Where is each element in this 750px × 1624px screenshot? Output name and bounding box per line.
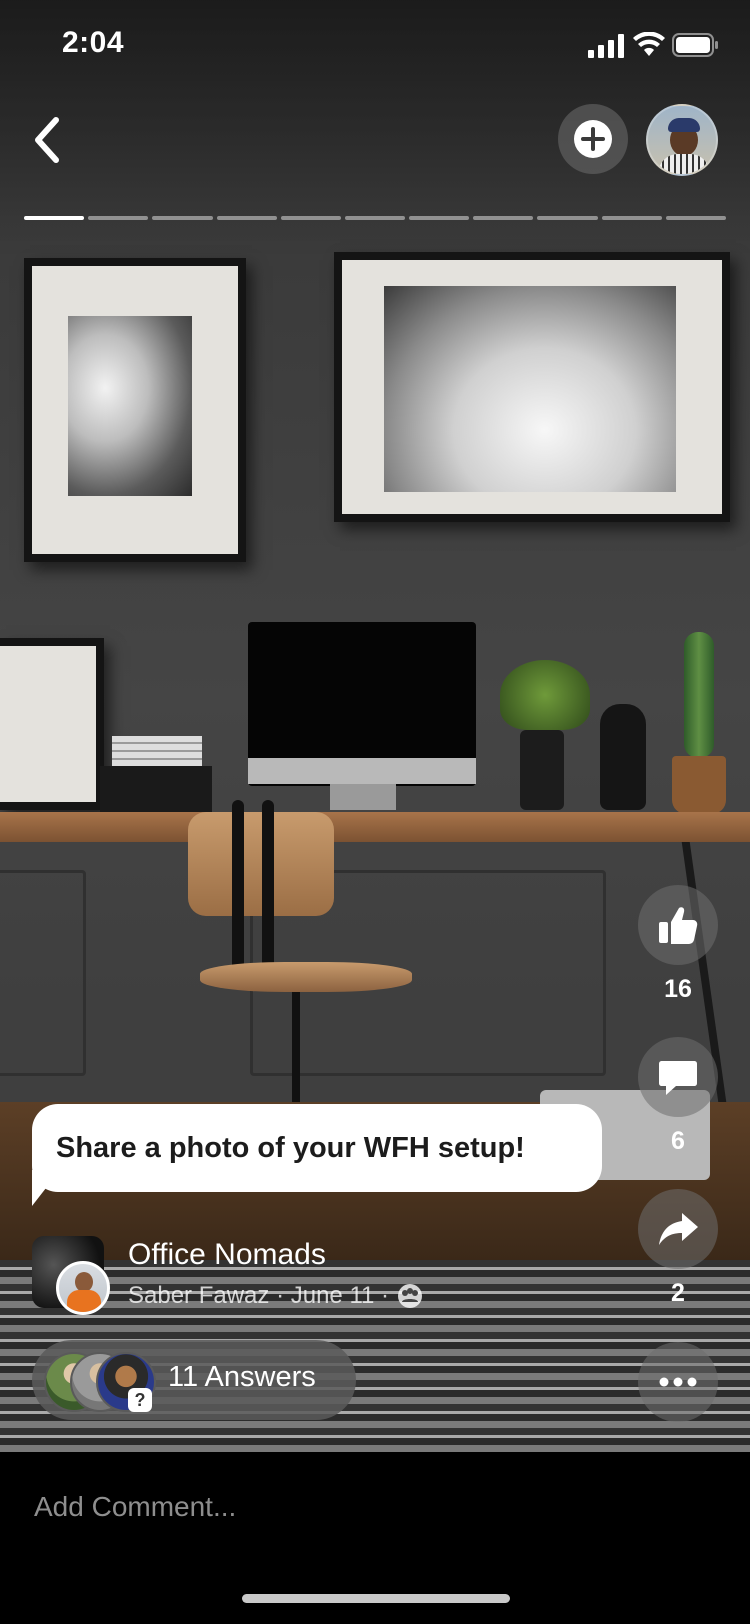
picture-frame-small — [0, 638, 104, 810]
home-indicator — [242, 1594, 510, 1603]
plant — [500, 660, 590, 730]
answers-label: 11 Answers — [168, 1361, 316, 1393]
share-arrow-icon — [659, 1213, 698, 1245]
post-meta: Saber Fawaz · June 11 · — [128, 1282, 423, 1310]
status-time: 2:04 — [62, 26, 125, 59]
more-options-button[interactable] — [638, 1342, 718, 1422]
share-count: 2 — [671, 1279, 685, 1307]
story-progress-segment — [280, 216, 341, 220]
like-button[interactable] — [638, 885, 718, 965]
story-progress-segment — [216, 216, 277, 220]
group-name[interactable]: Office Nomads — [128, 1238, 326, 1272]
wifi-icon — [632, 31, 666, 58]
more-dots-icon — [659, 1377, 697, 1387]
prompt-bubble: Share a photo of your WFH setup! — [32, 1104, 602, 1192]
prompt-text: Share a photo of your WFH setup! — [56, 1131, 525, 1164]
story-progress-segment — [409, 216, 470, 220]
picture-frame-left — [24, 258, 246, 562]
avatar[interactable] — [646, 104, 718, 176]
comment-count: 6 — [671, 1127, 685, 1155]
group-members-icon — [398, 1284, 423, 1308]
storage-box — [100, 766, 212, 816]
battery-icon — [672, 32, 720, 58]
story-progress-segment — [24, 216, 85, 220]
cactus — [684, 632, 714, 758]
story-progress-segment — [152, 216, 213, 220]
signal-bars-icon — [588, 34, 624, 58]
plus-circle-icon — [574, 120, 612, 158]
question-mark-icon: ? — [128, 1388, 152, 1412]
story-progress-segment — [473, 216, 534, 220]
back-button[interactable] — [24, 110, 72, 170]
thumbs-up-icon — [659, 907, 698, 944]
comment-input[interactable] — [32, 1482, 656, 1532]
books — [112, 736, 202, 766]
share-button[interactable] — [638, 1189, 718, 1269]
desk — [0, 812, 750, 842]
chevron-left-icon — [35, 117, 59, 163]
add-story-button[interactable] — [558, 104, 628, 174]
author-avatar[interactable] — [56, 1261, 110, 1315]
picture-frame-right — [334, 252, 730, 522]
like-count: 16 — [664, 975, 692, 1003]
bubble-tail — [32, 1170, 60, 1206]
story-progress-segment — [88, 216, 149, 220]
chair-back — [188, 812, 334, 916]
post-meta-text: Saber Fawaz · June 11 · — [128, 1282, 390, 1309]
comment-button[interactable] — [638, 1037, 718, 1117]
story-progress-segment — [601, 216, 662, 220]
comment-bubble-icon — [659, 1061, 697, 1095]
story-progress-segment — [344, 216, 406, 220]
story-progress-segment — [537, 216, 598, 220]
story-progress-segment — [665, 216, 726, 220]
chair-seat — [200, 962, 412, 992]
